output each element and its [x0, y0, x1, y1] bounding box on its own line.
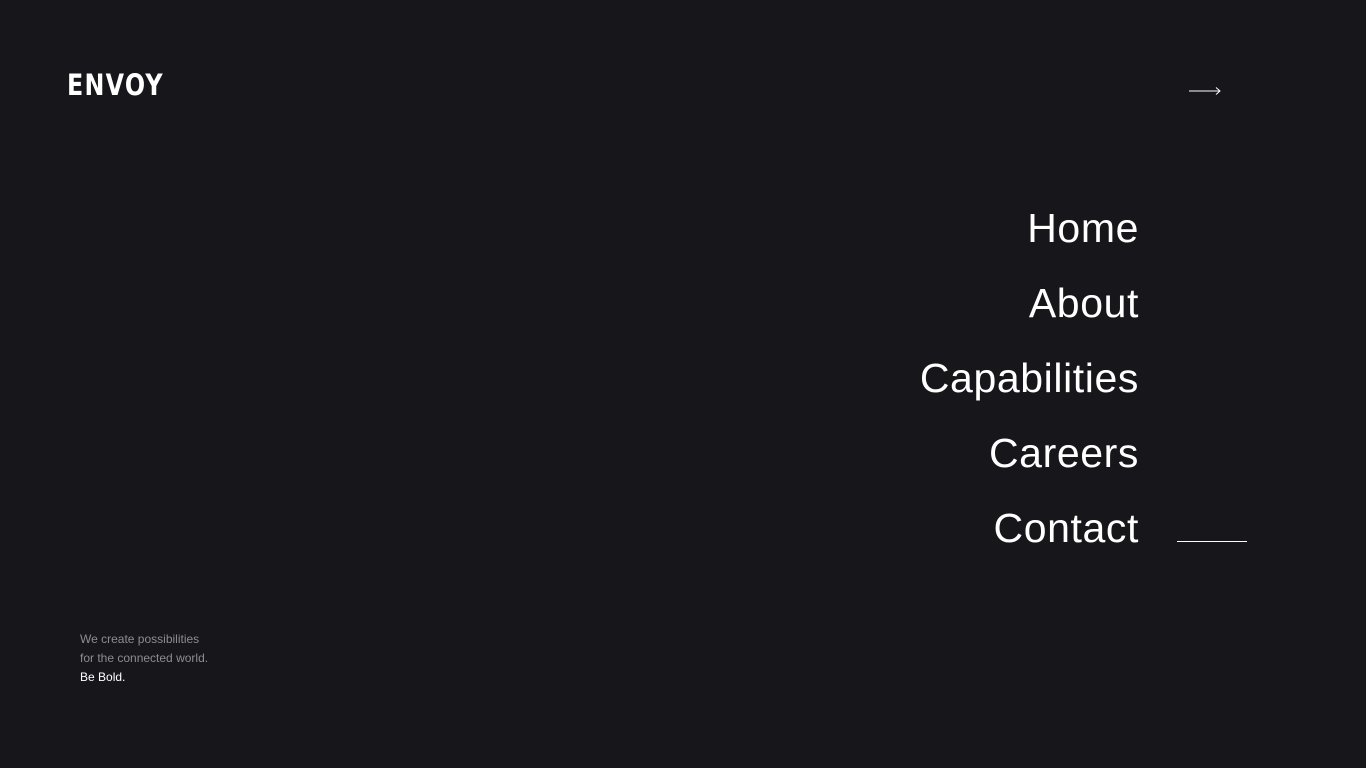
arrow-right-button[interactable] [1184, 79, 1226, 103]
nav-item-about[interactable]: About [739, 273, 1139, 348]
nav-item-label: Contact [993, 505, 1139, 551]
menu-overlay: ENVOY Home About Capabilities Careers Co… [0, 0, 1366, 768]
nav-item-label: Careers [988, 430, 1139, 476]
main-nav: Home About Capabilities Careers Contact [739, 198, 1139, 573]
active-nav-indicator [1177, 541, 1247, 542]
nav-item-label: Capabilities [919, 355, 1139, 401]
envoy-logo[interactable]: ENVOY [67, 69, 164, 101]
nav-item-careers[interactable]: Careers [739, 423, 1139, 498]
tagline-line-2: for the connected world. [80, 651, 209, 665]
arrow-right-icon [1189, 87, 1221, 95]
tagline-line-1: We create possibilities [80, 632, 200, 646]
nav-item-capabilities[interactable]: Capabilities [739, 348, 1139, 423]
nav-item-contact[interactable]: Contact [739, 498, 1139, 573]
nav-item-home[interactable]: Home [739, 198, 1139, 273]
nav-item-label: Home [1027, 205, 1139, 251]
nav-item-label: About [1028, 280, 1139, 326]
tagline: We create possibilities for the connecte… [80, 630, 208, 687]
tagline-line-3: Be Bold. [80, 670, 126, 684]
